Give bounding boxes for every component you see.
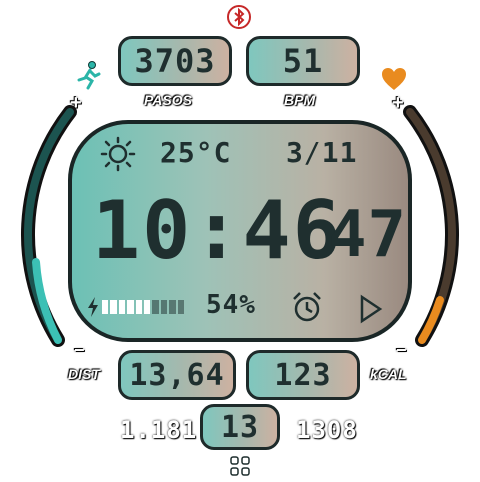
bottom-center-display: 13: [200, 404, 280, 450]
distance-label: DIST: [68, 366, 100, 382]
date-separator: /: [303, 136, 322, 169]
time-hours-minutes: 10:46: [92, 184, 343, 277]
battery-bar: [102, 300, 185, 314]
battery-seg: [110, 300, 117, 314]
apps-grid-icon[interactable]: [228, 454, 252, 478]
right-gauge-minus[interactable]: −: [396, 340, 407, 361]
left-gauge-minus[interactable]: −: [74, 340, 85, 361]
battery-seg: [169, 300, 176, 314]
battery-seg: [118, 300, 126, 314]
battery-seg: [144, 300, 151, 314]
bottom-right-value: 1308: [296, 416, 358, 444]
battery-seg: [102, 300, 109, 314]
distance-value: 13,64: [129, 357, 225, 393]
battery-bolt-icon: [86, 296, 100, 318]
bottom-center-value: 13: [220, 409, 260, 445]
date-month: 11: [321, 136, 358, 169]
battery-seg: [135, 300, 143, 314]
time-seconds: 47: [328, 198, 408, 272]
battery-seg: [177, 300, 185, 314]
bottom-left-value: 1.181: [120, 416, 198, 444]
battery-seg: [160, 300, 168, 314]
play-icon[interactable]: [358, 294, 384, 324]
battery-percent: 54%: [206, 290, 256, 320]
battery-seg: [152, 300, 159, 314]
date-day: 3: [286, 136, 304, 169]
main-display: 25°C 3/11 10:46 47 54%: [68, 120, 412, 342]
battery-seg: [127, 300, 134, 314]
temperature-value: 25°C: [160, 136, 232, 169]
calories-label: kCAL: [370, 366, 407, 382]
sun-icon: [100, 136, 136, 172]
alarm-icon[interactable]: [290, 290, 324, 324]
distance-display: 13,64: [118, 350, 236, 400]
calories-display: 123: [246, 350, 360, 400]
date-display: 3/11: [286, 136, 357, 169]
calories-value: 123: [274, 357, 332, 393]
